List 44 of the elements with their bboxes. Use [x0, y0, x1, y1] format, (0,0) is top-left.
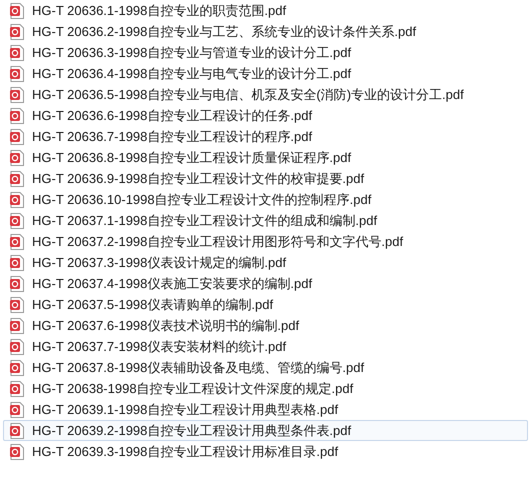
- pdf-file-icon: [10, 150, 24, 166]
- pdf-file-icon: [10, 128, 24, 144]
- file-item[interactable]: HG-T 20636.9-1998自控专业工程设计文件的校审提要.pdf: [3, 168, 528, 189]
- file-item[interactable]: HG-T 20637.5-1998仪表请购单的编制.pdf: [3, 294, 528, 315]
- file-item[interactable]: HG-T 20637.8-1998仪表辅助设备及电缆、管缆的编号.pdf: [3, 357, 528, 378]
- file-item[interactable]: HG-T 20636.4-1998自控专业与电气专业的设计分工.pdf: [3, 63, 528, 84]
- pdf-file-icon: [10, 338, 24, 354]
- pdf-file-icon: [10, 402, 24, 418]
- pdf-file-icon: [10, 360, 24, 376]
- pdf-file-icon: [10, 2, 24, 18]
- file-item[interactable]: HG-T 20639.3-1998自控专业工程设计用标准目录.pdf: [3, 441, 528, 462]
- pdf-file-icon: [10, 254, 24, 270]
- pdf-file-icon: [10, 44, 24, 60]
- pdf-file-icon: [10, 318, 24, 334]
- file-item[interactable]: HG-T 20636.7-1998自控专业工程设计的程序.pdf: [3, 126, 528, 147]
- pdf-file-icon: [10, 86, 24, 102]
- pdf-file-icon: [10, 380, 24, 396]
- file-item[interactable]: HG-T 20638-1998自控专业工程设计文件深度的规定.pdf: [3, 378, 528, 399]
- file-item[interactable]: HG-T 20637.3-1998仪表设计规定的编制.pdf: [3, 252, 528, 273]
- file-item[interactable]: HG-T 20636.5-1998自控专业与电信、机泵及安全(消防)专业的设计分工.pdf: [3, 84, 528, 105]
- file-item[interactable]: HG-T 20636.8-1998自控专业工程设计质量保证程序.pdf: [3, 147, 528, 168]
- pdf-file-icon: [10, 108, 24, 124]
- pdf-file-icon: [10, 276, 24, 292]
- file-item[interactable]: HG-T 20636.1-1998自控专业的职责范围.pdf: [3, 0, 528, 21]
- pdf-file-icon: [10, 192, 24, 208]
- file-item[interactable]: HG-T 20639.1-1998自控专业工程设计用典型表格.pdf: [3, 399, 528, 420]
- file-item[interactable]: HG-T 20636.10-1998自控专业工程设计文件的控制程序.pdf: [3, 189, 528, 210]
- pdf-file-icon: [10, 296, 24, 312]
- pdf-file-icon: [10, 24, 24, 40]
- file-item[interactable]: HG-T 20637.6-1998仪表技术说明书的编制.pdf: [3, 315, 528, 336]
- file-item[interactable]: HG-T 20637.2-1998自控专业工程设计用图形符号和文字代号.pdf: [3, 231, 528, 252]
- pdf-file-icon: [10, 444, 24, 460]
- pdf-file-icon: [10, 170, 24, 186]
- file-item[interactable]: HG-T 20636.3-1998自控专业与管道专业的设计分工.pdf: [3, 42, 528, 63]
- pdf-file-icon: [10, 212, 24, 228]
- file-item[interactable]: HG-T 20636.2-1998自控专业与工艺、系统专业的设计条件关系.pdf: [3, 21, 528, 42]
- pdf-file-icon: [10, 66, 24, 82]
- pdf-file-icon: [10, 422, 24, 438]
- pdf-file-icon: [10, 234, 24, 250]
- file-item[interactable]: HG-T 20637.7-1998仪表安装材料的统计.pdf: [3, 336, 528, 357]
- file-item[interactable]: HG-T 20639.2-1998自控专业工程设计用典型条件表.pdf: [3, 420, 528, 441]
- file-item[interactable]: HG-T 20637.1-1998自控专业工程设计文件的组成和编制.pdf: [3, 210, 528, 231]
- file-item[interactable]: HG-T 20637.4-1998仪表施工安装要求的编制.pdf: [3, 273, 528, 294]
- file-item[interactable]: HG-T 20636.6-1998自控专业工程设计的任务.pdf: [3, 105, 528, 126]
